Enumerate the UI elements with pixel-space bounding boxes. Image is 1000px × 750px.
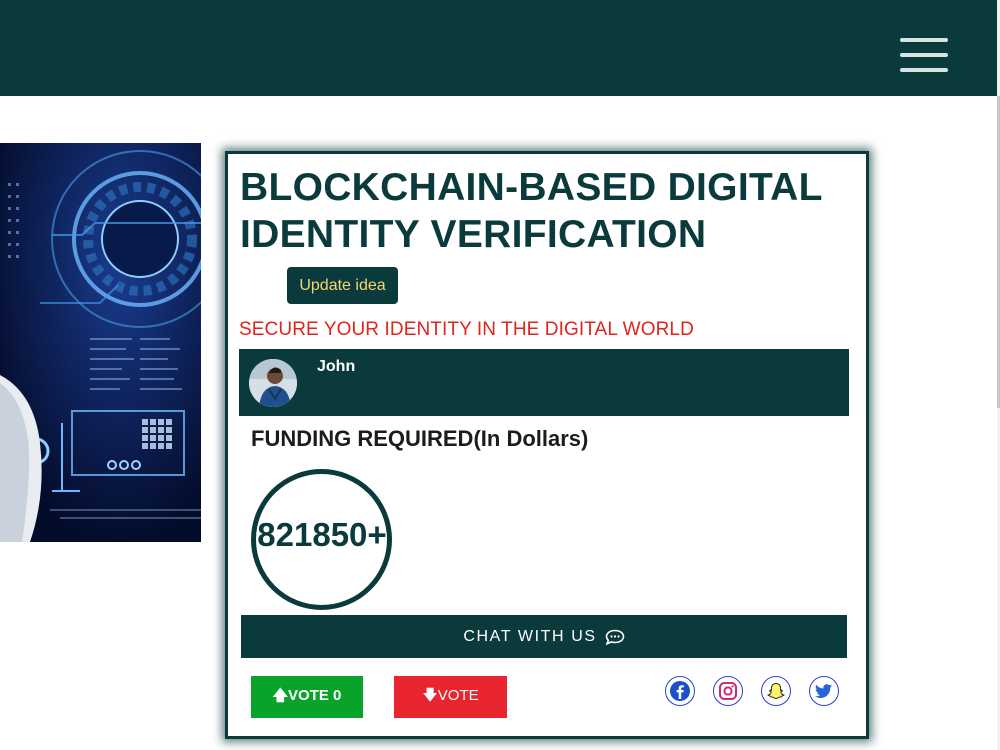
snapchat-logo: [767, 682, 785, 700]
instagram-logo: [719, 682, 737, 700]
chat-with-us-button[interactable]: CHAT WITH US: [241, 615, 847, 658]
instagram-icon[interactable]: [713, 676, 743, 706]
funding-value: 821850+: [257, 516, 387, 553]
downvote-button[interactable]: 🡇VOTE: [394, 676, 507, 718]
top-navbar: [0, 0, 997, 96]
snapchat-icon[interactable]: [761, 676, 791, 706]
idea-title: BLOCKCHAIN-BASED DIGITAL IDENTITY VERIFI…: [240, 166, 823, 256]
arrow-up-icon: 🡅: [272, 686, 289, 704]
author-bar: John: [239, 349, 849, 416]
twitter-logo: [815, 684, 832, 698]
digital-identity-illustration: [0, 143, 201, 542]
chat-bubble-icon: [605, 629, 624, 645]
idea-image: [0, 143, 201, 542]
arrow-down-icon: 🡇: [422, 686, 438, 704]
downvote-label: VOTE: [437, 686, 479, 704]
facebook-icon[interactable]: [665, 676, 695, 706]
upvote-label: VOTE: [288, 686, 329, 704]
user-photo-icon: [249, 359, 297, 407]
funding-label: FUNDING REQUIRED(In Dollars): [251, 426, 589, 451]
idea-card: BLOCKCHAIN-BASED DIGITAL IDENTITY VERIFI…: [225, 151, 869, 739]
avatar[interactable]: [249, 359, 297, 407]
update-idea-button[interactable]: Update idea: [287, 267, 398, 304]
hamburger-menu-icon[interactable]: [900, 38, 948, 72]
author-name[interactable]: John: [317, 358, 355, 376]
facebook-logo: [670, 681, 690, 701]
idea-tagline: SECURE YOUR IDENTITY IN THE DIGITAL WORL…: [239, 319, 694, 340]
chat-label: CHAT WITH US: [463, 627, 597, 645]
twitter-icon[interactable]: [809, 676, 839, 706]
upvote-button[interactable]: 🡅VOTE 0: [251, 676, 363, 718]
upvote-count: 0: [333, 686, 342, 704]
